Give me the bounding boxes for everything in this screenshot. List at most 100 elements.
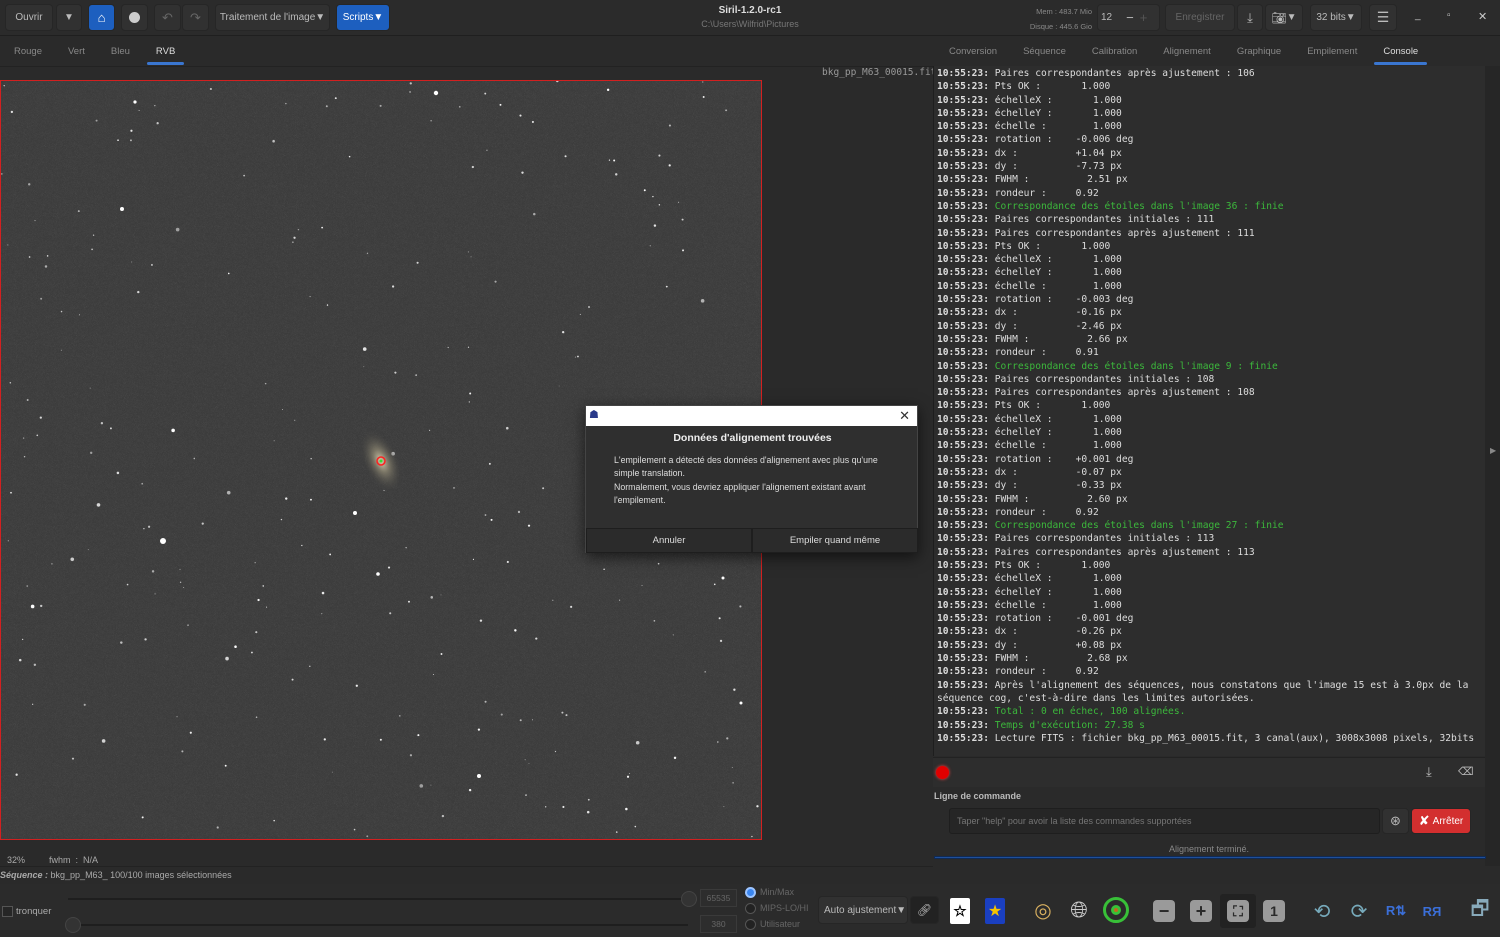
main-menu-button[interactable]: ☰	[1369, 4, 1397, 31]
star	[416, 261, 419, 264]
high-value-input[interactable]: 65535	[700, 889, 737, 907]
clear-log-icon[interactable]: ⌫	[1458, 765, 1474, 778]
star	[285, 497, 288, 500]
close-window-button[interactable]: ✕	[1478, 10, 1487, 23]
save-log-icon[interactable]: ⤓	[1426, 764, 1432, 780]
minus-icon[interactable]: −	[1126, 10, 1134, 25]
zoom-100-icon[interactable]: 1	[1263, 900, 1285, 922]
rotate-left-icon[interactable]: ⟲	[1308, 897, 1336, 925]
scaling-mode-radio[interactable]	[745, 919, 756, 930]
minimize-button[interactable]: _	[1415, 10, 1421, 21]
stretch-mode-dropdown[interactable]: Auto ajustement ▼	[818, 896, 908, 924]
log-time: 10:55:23:	[937, 107, 989, 119]
star	[101, 739, 106, 743]
zoom-in-icon[interactable]: +	[1190, 900, 1212, 922]
tab-graphique[interactable]: Graphique	[1224, 36, 1294, 66]
tab-empilement[interactable]: Empilement	[1294, 36, 1370, 66]
tab-calibration[interactable]: Calibration	[1079, 36, 1150, 66]
high-slider-handle[interactable]	[681, 891, 697, 907]
star	[15, 773, 18, 776]
star	[718, 617, 721, 620]
log-time: 10:55:23:	[937, 174, 989, 186]
tab-bleu[interactable]: Bleu	[98, 36, 143, 66]
scaling-mode-radio[interactable]	[745, 887, 756, 898]
star	[181, 750, 184, 753]
high-slider[interactable]	[68, 898, 688, 900]
save-button[interactable]: Enregistrer	[1165, 4, 1235, 31]
scaling-mode-radio[interactable]	[745, 903, 756, 914]
tab-alignement[interactable]: Alignement	[1150, 36, 1224, 66]
live-stack-button[interactable]	[121, 4, 148, 31]
stop-button[interactable]: ✘ Arrêter	[1411, 808, 1471, 834]
tab-sequence[interactable]: Séquence	[1010, 36, 1079, 66]
image-gallery-icon[interactable]: 🗗︎	[1466, 896, 1494, 926]
globe-icon[interactable]: 🌐︎	[1066, 897, 1092, 923]
log-message: Lecture FITS : fichier bkg_pp_M63_00015.…	[988, 732, 1475, 744]
false-color-icon[interactable]: ★	[985, 898, 1005, 924]
mirror-x-icon[interactable]: R⇅	[1382, 897, 1410, 925]
star	[280, 518, 283, 521]
chevron-down-icon: ▼	[1345, 12, 1356, 23]
log-line: 10:55:23: Pts OK : 1.000	[937, 399, 1482, 412]
clip-checkbox[interactable]	[2, 906, 13, 917]
star	[408, 600, 410, 603]
log-message: Paires correspondantes initiales : 108	[988, 373, 1215, 385]
star	[619, 599, 621, 601]
log-line: 10:55:23: rondeur : 0.92	[937, 187, 1482, 200]
camera-icon: 📷︎	[1271, 10, 1287, 25]
stack-anyway-button[interactable]: Empiler quand même	[752, 528, 918, 553]
image-processing-menu[interactable]: Traitement de l'image ▼	[215, 4, 330, 31]
open-button[interactable]: Ouvrir	[5, 4, 53, 31]
star	[309, 295, 311, 298]
log-message: Correspondance des étoiles dans l'image …	[988, 360, 1278, 372]
zoom-fit-button[interactable]: ⛶	[1220, 894, 1256, 928]
side-scrollbar[interactable]: ▶	[1485, 66, 1500, 866]
home-button[interactable]: ⌂	[88, 4, 115, 31]
log-message: dx : -0.16 px	[988, 307, 1122, 319]
low-slider[interactable]	[68, 924, 688, 926]
star	[91, 248, 93, 251]
recent-dropdown-button[interactable]: ▼	[56, 4, 82, 31]
tab-rouge[interactable]: Rouge	[1, 36, 55, 66]
chevron-right-icon[interactable]: ▶	[1490, 446, 1496, 455]
scripts-menu[interactable]: Scripts ▼	[336, 4, 390, 31]
target-icon[interactable]	[1103, 897, 1129, 923]
star	[7, 540, 9, 542]
link-channels-button[interactable]: 🔗︎	[910, 896, 939, 924]
tab-conversion[interactable]: Conversion	[936, 36, 1010, 66]
star	[653, 619, 656, 622]
star	[294, 419, 296, 421]
maximize-button[interactable]: ▫	[1447, 10, 1451, 21]
log-time: 10:55:23:	[937, 254, 989, 266]
log-line: 10:55:23: FWHM : 2.51 px	[937, 173, 1482, 186]
galaxy-annotation-icon[interactable]: ◎	[1030, 897, 1056, 923]
mirror-y-icon[interactable]: RЯ	[1418, 897, 1446, 925]
star	[652, 196, 654, 198]
redo-button[interactable]: ↷	[182, 4, 209, 31]
dialog-close-icon[interactable]: ✕	[899, 408, 910, 424]
plus-icon[interactable]: +	[1140, 10, 1148, 25]
log-message: dy : -0.33 px	[988, 480, 1122, 492]
tab-console[interactable]: Console	[1370, 36, 1431, 66]
command-help-button[interactable]: ⊛	[1382, 808, 1409, 834]
save-as-button[interactable]: ⤓	[1237, 4, 1263, 31]
star	[405, 546, 407, 549]
low-slider-handle[interactable]	[65, 917, 81, 933]
snapshot-button[interactable]: 📷︎ ▼	[1265, 4, 1303, 31]
cancel-button[interactable]: Annuler	[586, 528, 752, 553]
tab-rvb[interactable]: RVB	[143, 36, 188, 66]
negative-view-icon[interactable]: ☆	[950, 898, 970, 924]
zoom-out-icon[interactable]: −	[1153, 900, 1175, 922]
undo-button[interactable]: ↶	[154, 4, 181, 31]
rotate-right-icon[interactable]: ⟳	[1345, 897, 1373, 925]
tab-vert[interactable]: Vert	[55, 36, 98, 66]
log-message: dy : -7.73 px	[988, 161, 1122, 173]
star	[702, 81, 704, 83]
fit-icon: ⛶	[1227, 900, 1249, 922]
star	[514, 629, 517, 632]
bit-depth-menu[interactable]: 32 bits ▼	[1310, 4, 1362, 31]
threads-spinner[interactable]: 12 − +	[1097, 4, 1160, 31]
command-input[interactable]	[949, 808, 1380, 834]
low-value-input[interactable]: 380	[700, 915, 737, 933]
star	[626, 775, 630, 778]
